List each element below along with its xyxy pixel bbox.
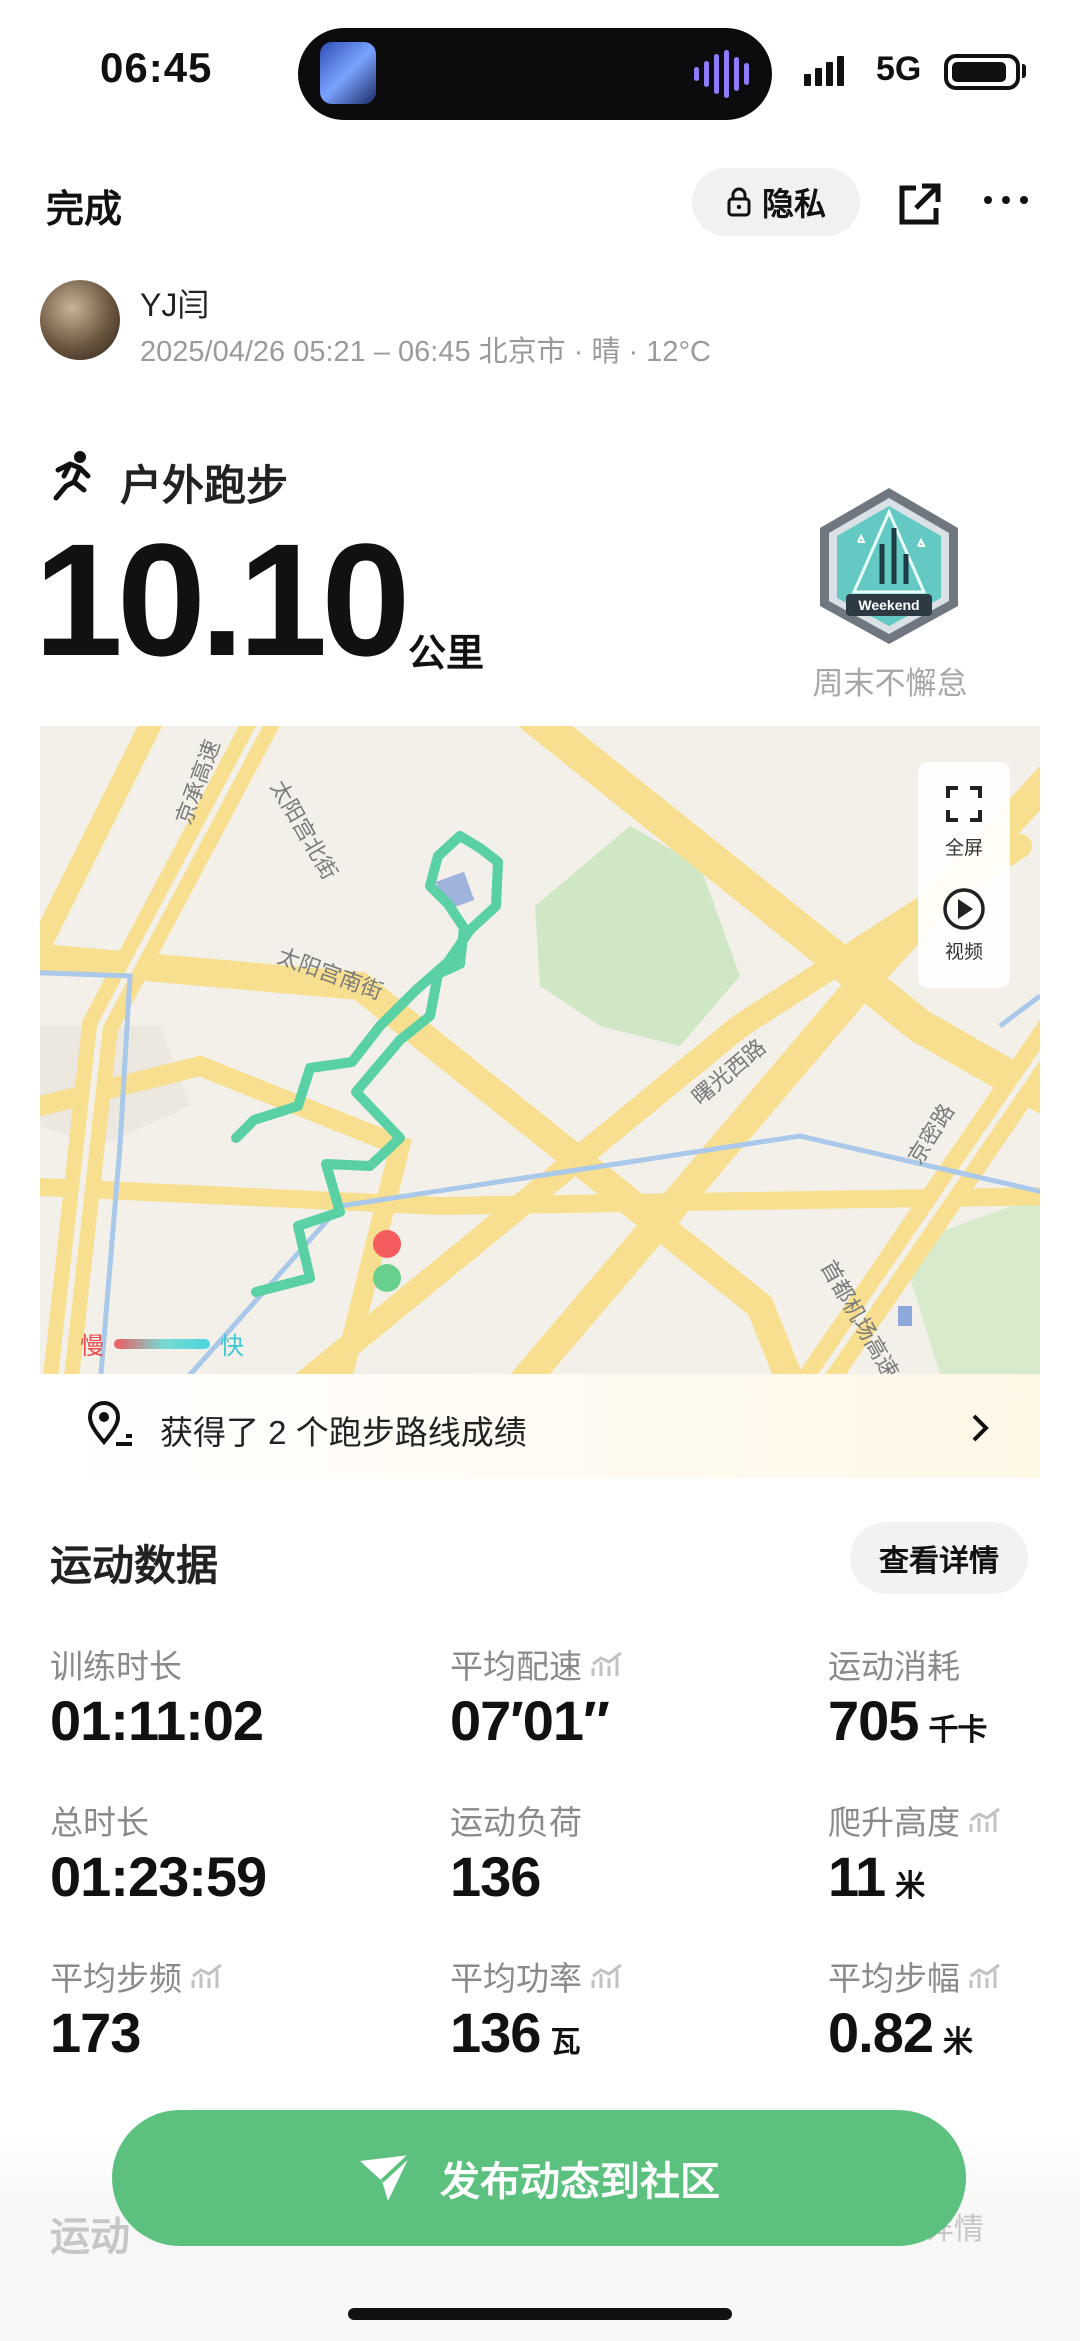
stat-avg-pace[interactable]: 平均配速 07′01″ (450, 1640, 624, 1753)
stat-label: 平均功率 (450, 1960, 582, 1997)
activity-type: 户外跑步 (120, 462, 289, 509)
stat-calories[interactable]: 运动消耗 705 千卡 (828, 1640, 987, 1753)
play-icon (943, 888, 985, 930)
post-to-community-label: 发布动态到社区 (440, 2160, 720, 2204)
legend-slow: 慢 (80, 1333, 104, 1360)
stat-elevation-gain[interactable]: 爬升高度 11 米 (828, 1796, 1002, 1909)
home-indicator[interactable] (348, 2308, 732, 2320)
privacy-label: 隐私 (761, 186, 826, 222)
stat-unit: 瓦 (550, 2026, 580, 2059)
map-controls: 全屏 视频 (918, 762, 1010, 988)
audio-wave-icon (694, 50, 749, 98)
video-label: 视频 (944, 942, 983, 963)
stat-value: 705 (828, 1689, 919, 1752)
legend-gradient (114, 1338, 210, 1349)
route-achievement-text: 获得了 2 个跑步路线成绩 (160, 1414, 527, 1451)
stat-value: 136 (450, 1845, 541, 1908)
badge-label: 周末不懈怠 (812, 666, 968, 701)
user-name[interactable]: YJ闫 (140, 280, 209, 326)
stats-title: 运动数据 (50, 1542, 219, 1589)
stat-avg-power[interactable]: 平均功率 136 瓦 (450, 1952, 624, 2065)
signal-icon (804, 56, 844, 86)
stat-label: 平均步频 (50, 1960, 182, 1997)
stat-unit: 千卡 (928, 1714, 987, 1747)
stat-value: 0.82 (828, 2001, 934, 2064)
network-type: 5G (876, 50, 922, 88)
pace-legend: 慢 快 (80, 1326, 244, 1361)
stat-label: 爬升高度 (828, 1804, 960, 1841)
battery-icon (944, 54, 1020, 90)
running-icon (44, 448, 100, 509)
route-map[interactable]: 京承高速 太阳宫北街 太阳宫南街 曙光西路 京密路 首都机场高速 (40, 726, 1040, 1374)
stat-label: 平均配速 (450, 1648, 582, 1685)
avatar[interactable] (40, 280, 120, 360)
share-icon[interactable] (894, 180, 944, 235)
legend-fast: 快 (220, 1333, 244, 1360)
stat-label: 总时长 (50, 1804, 149, 1841)
fullscreen-button[interactable]: 全屏 (918, 780, 1010, 860)
fullscreen-icon (946, 786, 982, 822)
view-details-button[interactable]: 查看详情 (850, 1522, 1028, 1594)
trend-chart-icon (591, 1963, 622, 1988)
stat-avg-stride[interactable]: 平均步幅 0.82 米 (828, 1952, 1002, 2065)
privacy-button[interactable]: 隐私 (692, 168, 860, 236)
post-to-community-button[interactable]: 发布动态到社区 (112, 2110, 966, 2246)
weekend-badge-icon[interactable]: Weekend (812, 484, 966, 653)
lock-icon (727, 187, 751, 217)
badge-text: Weekend (858, 597, 919, 613)
stat-value: 173 (50, 2001, 141, 2064)
activity-meta: 2025/04/26 05:21 – 06:45 北京市 · 晴 · 12°C (140, 336, 711, 368)
stat-value: 01:23:59 (50, 1845, 267, 1908)
media-thumbnail (320, 42, 376, 104)
trend-chart-icon (591, 1651, 622, 1676)
stat-label: 平均步幅 (828, 1960, 960, 1997)
stat-total-duration[interactable]: 总时长 01:23:59 (50, 1796, 267, 1909)
stat-value: 11 (828, 1845, 886, 1908)
stat-avg-cadence[interactable]: 平均步频 173 (50, 1952, 224, 2065)
fullscreen-label: 全屏 (944, 838, 983, 859)
stat-value: 136 (450, 2001, 541, 2064)
stat-label: 运动消耗 (828, 1648, 960, 1685)
stat-unit: 米 (895, 1870, 925, 1903)
trend-chart-icon (969, 1963, 1000, 1988)
status-time: 06:45 (100, 44, 213, 91)
stat-unit: 米 (943, 2026, 973, 2059)
done-button[interactable]: 完成 (46, 178, 122, 233)
stat-training-duration[interactable]: 训练时长 01:11:02 (50, 1640, 264, 1753)
stat-value: 01:11:02 (50, 1689, 264, 1752)
stat-label: 运动负荷 (450, 1804, 582, 1841)
route-pin-icon (86, 1400, 136, 1455)
more-icon[interactable] (984, 196, 1028, 204)
chevron-right-icon[interactable] (966, 1408, 994, 1453)
distance-unit: 公里 (408, 633, 485, 675)
trend-chart-icon (191, 1963, 222, 1988)
trend-chart-icon (969, 1807, 1000, 1832)
battery-tip (1022, 64, 1026, 78)
send-icon (360, 2153, 412, 2201)
stat-training-load[interactable]: 运动负荷 136 (450, 1796, 582, 1909)
next-section-title: 运动 (50, 2215, 130, 2259)
stat-label: 训练时长 (50, 1648, 182, 1685)
video-button[interactable]: 视频 (918, 886, 1010, 964)
stat-value: 07′01″ (450, 1689, 610, 1752)
distance-value: 10.10 (34, 510, 410, 689)
